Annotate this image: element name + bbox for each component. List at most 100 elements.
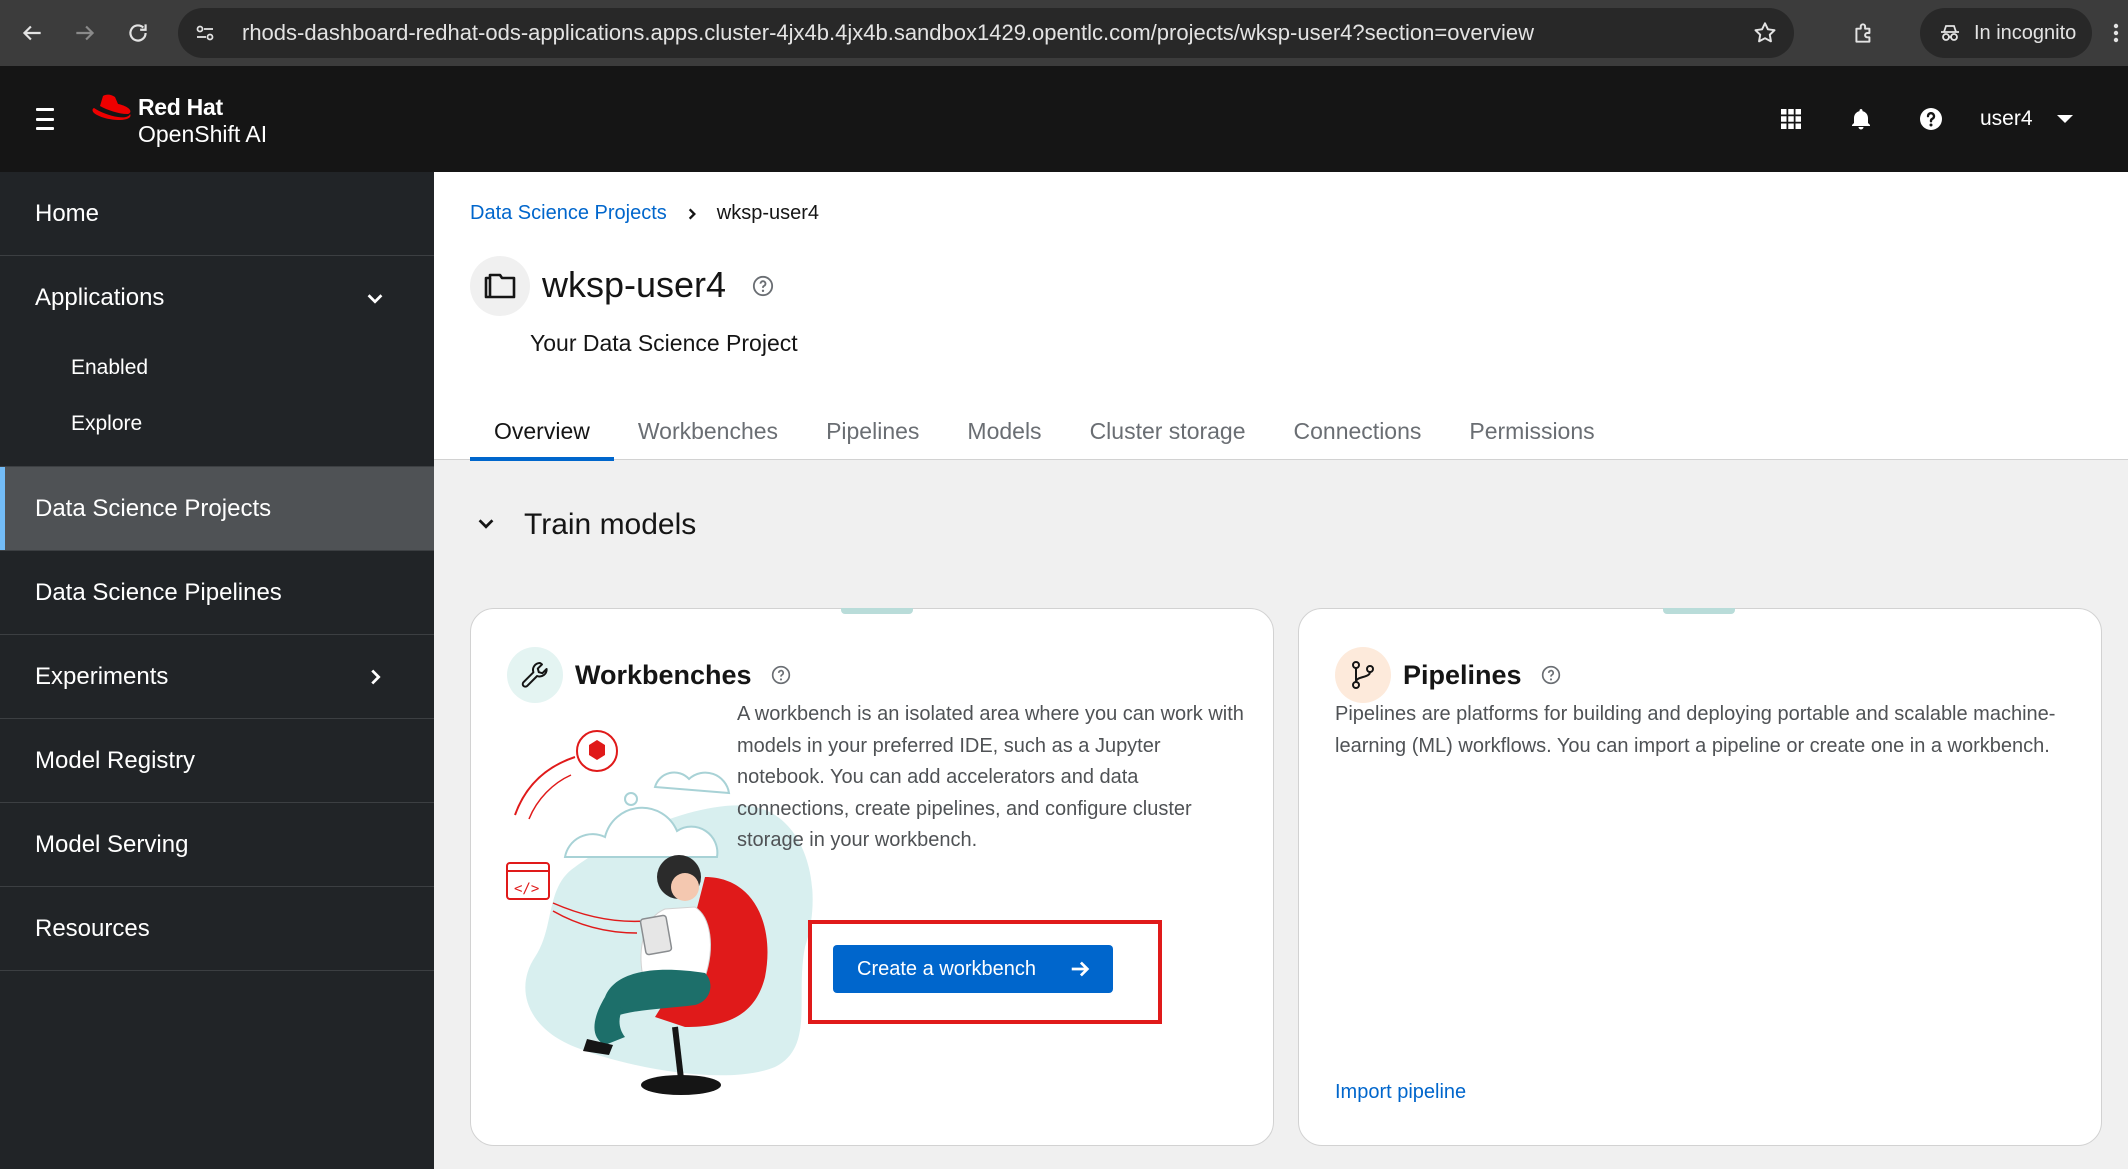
user-menu-toggle[interactable]: user4 xyxy=(1980,102,2073,136)
hamburger-icon xyxy=(36,108,54,111)
breadcrumb-current: wksp-user4 xyxy=(716,202,820,224)
card-description: A workbench is an isolated area where yo… xyxy=(737,703,1244,851)
import-pipeline-link[interactable]: Import pipeline xyxy=(1335,1081,1466,1104)
sidebar-item-label: Explore xyxy=(71,412,143,435)
sidebar-item-home[interactable]: Home xyxy=(0,172,434,256)
chevron-down-icon xyxy=(364,287,386,309)
tab-permissions[interactable]: Permissions xyxy=(1445,402,1618,460)
tab-pipelines[interactable]: Pipelines xyxy=(802,402,943,460)
site-info-button[interactable] xyxy=(182,10,228,56)
sidebar-group-applications: Applications Enabled Explore xyxy=(0,256,434,467)
workbenches-card: Workbenches </> A workbench is an isolat… xyxy=(470,608,1274,1146)
sidebar-item-label: Data Science Projects xyxy=(35,494,272,522)
breadcrumb-link-projects[interactable]: Data Science Projects xyxy=(470,202,667,225)
card-title: Workbenches xyxy=(575,659,752,690)
sidebar-item-applications[interactable]: Applications xyxy=(0,256,434,340)
page-header: Data Science Projects wksp-user4 wksp-us… xyxy=(434,172,2128,461)
sidebar-item-label: Enabled xyxy=(71,356,149,379)
bookmark-star-icon xyxy=(1754,22,1776,43)
pipeline-branch-icon xyxy=(1335,647,1391,703)
incognito-label: In incognito xyxy=(1974,21,2077,44)
sidebar-item-label: Applications xyxy=(35,284,165,311)
incognito-icon xyxy=(1941,25,1959,41)
app-launcher-grid-icon xyxy=(1781,109,1801,129)
folder-project-icon xyxy=(484,273,516,299)
incognito-indicator[interactable]: In incognito xyxy=(1920,8,2092,58)
sidebar-item-data-science-pipelines[interactable]: Data Science Pipelines xyxy=(0,551,434,635)
url-text[interactable]: rhods-dashboard-redhat-ods-applications.… xyxy=(242,20,1534,46)
sidebar-item-enabled[interactable]: Enabled xyxy=(0,340,434,396)
forward-button[interactable] xyxy=(65,13,105,53)
sidebar-item-label: Experiments xyxy=(35,662,169,690)
sidebar-item-label: Resources xyxy=(35,914,150,942)
notifications-button[interactable] xyxy=(1844,102,1878,136)
svg-text:</>: </> xyxy=(514,881,539,897)
sidebar-item-model-registry[interactable]: Model Registry xyxy=(0,719,434,803)
sidebar-item-label: Home xyxy=(35,199,100,227)
sidebar-item-data-science-projects[interactable]: Data Science Projects xyxy=(0,467,434,551)
red-hat-logo-icon xyxy=(92,94,131,120)
help-outline-icon[interactable] xyxy=(1540,664,1562,686)
card-title: Pipelines xyxy=(1403,659,1522,690)
highlight-annotation xyxy=(808,920,1162,1024)
card-accent xyxy=(841,608,913,614)
sidebar-item-resources[interactable]: Resources xyxy=(0,887,434,971)
help-button[interactable] xyxy=(1914,102,1948,136)
help-icon xyxy=(1920,108,1942,130)
address-bar[interactable]: rhods-dashboard-redhat-ods-applications.… xyxy=(178,8,1794,58)
caret-down-icon xyxy=(2056,115,2073,123)
tab-cluster-storage[interactable]: Cluster storage xyxy=(1066,402,1270,460)
browser-menu-button[interactable] xyxy=(2104,13,2128,53)
section-collapse-toggle[interactable] xyxy=(472,510,500,538)
sidebar-item-label: Model Registry xyxy=(35,746,196,774)
extensions-button[interactable] xyxy=(1844,13,1884,53)
tab-overview[interactable]: Overview xyxy=(470,402,614,461)
card-accent xyxy=(1663,608,1735,614)
main-content: Data Science Projects wksp-user4 wksp-us… xyxy=(434,172,2128,1169)
help-outline-icon[interactable] xyxy=(770,664,792,686)
wrench-icon xyxy=(507,647,563,703)
tab-connections[interactable]: Connections xyxy=(1270,402,1446,460)
masthead: Red Hat OpenShift AI user4 xyxy=(0,66,2128,172)
browser-toolbar: rhods-dashboard-redhat-ods-applications.… xyxy=(0,0,2128,66)
chevron-down-icon xyxy=(478,519,494,529)
brand-logo[interactable]: Red Hat OpenShift AI xyxy=(90,90,267,150)
sidebar-item-label: Data Science Pipelines xyxy=(35,578,282,606)
page-title: wksp-user4 xyxy=(542,264,727,305)
notifications-bell-icon xyxy=(1852,109,1870,130)
reload-icon xyxy=(129,24,147,42)
bookmark-button[interactable] xyxy=(1750,18,1780,48)
sidebar-nav: Home Applications Enabled Explore Data S… xyxy=(0,172,434,1169)
card-header: Workbenches xyxy=(507,647,792,703)
card-description: Pipelines are platforms for building and… xyxy=(1335,703,2056,757)
app-launcher-button[interactable] xyxy=(1774,102,1808,136)
sidebar-item-experiments[interactable]: Experiments xyxy=(0,635,434,719)
reload-button[interactable] xyxy=(118,13,158,53)
pipelines-card: Pipelines Pipelines are platforms for bu… xyxy=(1298,608,2102,1146)
chevron-right-icon xyxy=(685,207,699,221)
tab-workbenches[interactable]: Workbenches xyxy=(614,402,802,460)
project-description: Your Data Science Project xyxy=(530,330,798,356)
brand-name: Red Hat xyxy=(138,94,223,120)
tab-models[interactable]: Models xyxy=(943,402,1065,460)
card-header: Pipelines xyxy=(1335,647,1562,703)
section-title: Train models xyxy=(524,508,697,541)
chevron-right-icon xyxy=(364,666,386,688)
hamburger-icon-bar xyxy=(36,117,54,121)
sidebar-subnav: Enabled Explore xyxy=(0,340,434,466)
help-outline-icon xyxy=(752,275,774,297)
forward-arrow-icon xyxy=(76,25,95,41)
sidebar-item-explore[interactable]: Explore xyxy=(0,396,434,452)
username: user4 xyxy=(1980,107,2033,130)
back-arrow-icon xyxy=(22,25,41,41)
project-icon xyxy=(470,256,530,316)
nav-toggle-button[interactable] xyxy=(28,104,62,134)
back-button[interactable] xyxy=(12,13,52,53)
sidebar-item-model-serving[interactable]: Model Serving xyxy=(0,803,434,887)
product-name: OpenShift AI xyxy=(138,121,268,147)
kebab-menu-icon xyxy=(2113,23,2119,43)
project-tabs: Overview Workbenches Pipelines Models Cl… xyxy=(470,402,1619,461)
sidebar-item-label: Model Serving xyxy=(35,830,189,858)
project-help-button[interactable] xyxy=(750,273,776,299)
breadcrumb: Data Science Projects wksp-user4 xyxy=(470,202,819,225)
